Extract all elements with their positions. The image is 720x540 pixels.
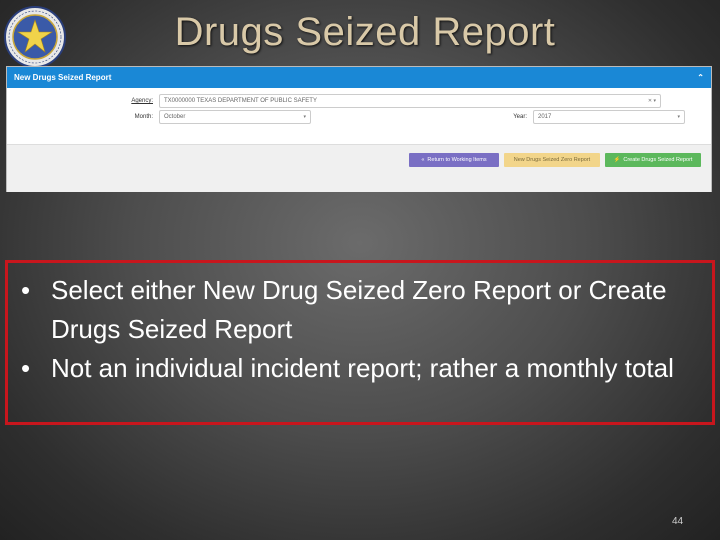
bullet-list: • Select either New Drug Seized Zero Rep…	[21, 271, 711, 388]
month-value: October	[164, 114, 186, 120]
create-drugs-seized-report-button[interactable]: ⚡ Create Drugs Seized Report	[605, 153, 701, 167]
chevron-down-icon: ▾	[677, 114, 680, 120]
lightning-icon: ⚡	[613, 157, 621, 163]
texas-seal-logo	[4, 6, 66, 68]
year-value: 2017	[538, 114, 552, 120]
bullet-icon: •	[21, 275, 31, 305]
new-drugs-seized-zero-report-button[interactable]: New Drugs Seized Zero Report	[504, 153, 600, 167]
bullet-item: • Not an individual incident report; rat…	[21, 349, 711, 388]
panel-title: New Drugs Seized Report	[14, 73, 112, 82]
chevron-down-icon: ▾	[303, 114, 306, 120]
clear-and-dropdown-icon[interactable]: ✕ ▾	[648, 98, 656, 104]
page-number: 44	[672, 516, 684, 527]
year-label: Year:	[513, 114, 527, 120]
month-label: Month:	[134, 114, 153, 120]
month-select[interactable]: October ▾	[159, 110, 311, 124]
agency-row: Agency: TX0000000 TEXAS DEPARTMENT OF PU…	[127, 94, 661, 108]
button-bar	[7, 144, 711, 192]
bullet-box: • Select either New Drug Seized Zero Rep…	[5, 260, 715, 425]
bullet-icon: •	[21, 353, 31, 383]
slide-title: Drugs Seized Report	[174, 10, 556, 54]
year-row: Year: 2017 ▾	[501, 110, 685, 124]
chevron-up-icon[interactable]: ⌃	[697, 73, 704, 82]
new-drugs-seized-report-panel: New Drugs Seized Report ⌃ Agency: TX0000…	[6, 66, 712, 192]
agency-value: TX0000000 TEXAS DEPARTMENT OF PUBLIC SAF…	[164, 98, 317, 104]
return-to-working-items-button[interactable]: « Return to Working Items	[409, 153, 499, 167]
year-select[interactable]: 2017 ▾	[533, 110, 685, 124]
agency-label: Agency:	[131, 98, 153, 104]
bullet-item: • Select either New Drug Seized Zero Rep…	[21, 271, 711, 349]
agency-select[interactable]: TX0000000 TEXAS DEPARTMENT OF PUBLIC SAF…	[159, 94, 661, 108]
rewind-icon: «	[421, 157, 425, 163]
month-row: Month: October ▾	[127, 110, 311, 124]
panel-header: New Drugs Seized Report ⌃	[7, 67, 711, 88]
